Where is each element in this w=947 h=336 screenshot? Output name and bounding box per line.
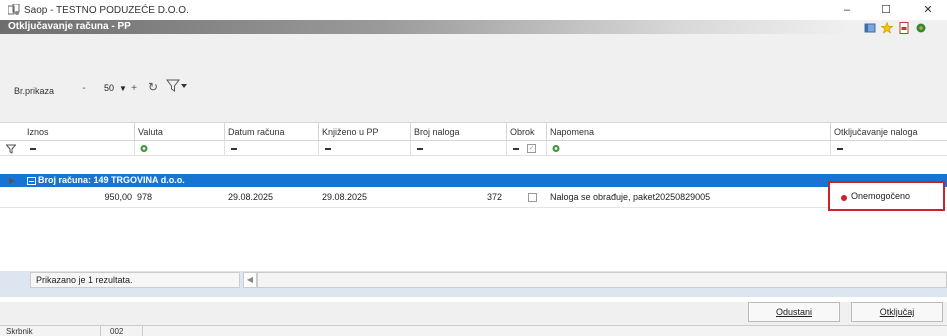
- rows-count-stepper[interactable]: - 50 ▼ +: [78, 79, 142, 97]
- filter-dropdown-icon[interactable]: [166, 78, 188, 94]
- group-row[interactable]: ▶ Broj računa: 149 TRGOVINA d.o.o.: [0, 174, 947, 187]
- cancel-button[interactable]: Odustani: [748, 302, 840, 322]
- unlock-button-label: Otključaj: [879, 307, 915, 317]
- status-red-dot-icon: [841, 195, 847, 201]
- contains-filter-icon[interactable]: [551, 144, 561, 153]
- scroll-left-arrow-icon[interactable]: ◀: [243, 272, 257, 288]
- maximize-button[interactable]: ☐: [876, 3, 896, 17]
- window-title: Saop - TESTNO PODUZEĆE D.O.O.: [24, 5, 189, 16]
- filter-cell-obrok[interactable]: ✓: [506, 141, 546, 156]
- cell-datum-racuna: 29.08.2025: [228, 192, 274, 202]
- cell-knjizeno: 29.08.2025: [322, 192, 368, 202]
- filter-cell-iznos[interactable]: [24, 141, 134, 156]
- refresh-icon[interactable]: ↻: [148, 80, 158, 94]
- col-header-otkljucavanje[interactable]: Otključavanje naloga: [830, 123, 947, 141]
- stepper-plus-button[interactable]: +: [128, 83, 140, 94]
- filter-cell-knjizeno[interactable]: [318, 141, 410, 156]
- application-window: Saop - TESTNO PODUZEĆE D.O.O. – ☐ ✕ Otkl…: [0, 0, 947, 336]
- cell-napomena: Naloga se obrađuje, paket20250829005: [550, 192, 711, 202]
- cell-iznos: 950,00: [104, 192, 132, 202]
- grid-header-row: Iznos Valuta Datum računa Knjiženo u PP …: [0, 123, 947, 141]
- filter-cell-datum[interactable]: [224, 141, 318, 156]
- obrok-checkbox[interactable]: [528, 193, 537, 202]
- title-bar: Saop - TESTNO PODUZEĆE D.O.O. – ☐ ✕: [0, 0, 947, 20]
- unlock-status-cell[interactable]: Onemogočeno: [828, 181, 945, 211]
- filter-cell-broj-naloga[interactable]: [410, 141, 506, 156]
- cancel-button-label: Odustani: [775, 307, 813, 317]
- form-header: Otključavanje računa - PP: [0, 20, 850, 34]
- status-divider: [142, 326, 143, 336]
- stepper-minus-button[interactable]: -: [78, 83, 90, 94]
- cell-valuta: 978: [137, 192, 153, 202]
- group-label: Broj računa: 149 TRGOVINA d.o.o.: [38, 175, 185, 185]
- status-bar: Skrbnik 002: [0, 325, 947, 336]
- row-indicator-icon: ▶: [9, 176, 16, 185]
- result-count: Prikazano je 1 rezultata.: [36, 275, 133, 285]
- cell-broj-naloga: 372: [486, 192, 502, 202]
- filter-cell-napomena[interactable]: [546, 141, 830, 156]
- table-row[interactable]: 950,00 978 29.08.2025 29.08.2025 372 Nal…: [0, 187, 947, 208]
- form-title: Otključavanje računa - PP: [8, 21, 131, 32]
- stepper-dropdown-icon[interactable]: ▼: [118, 84, 128, 93]
- status-user: Skrbnik: [6, 327, 33, 336]
- status-divider: [100, 326, 101, 336]
- stepper-value[interactable]: 50: [90, 83, 118, 93]
- filter-row-icon: [6, 144, 16, 154]
- col-header-napomena[interactable]: Napomena: [546, 123, 830, 141]
- col-header-obrok[interactable]: Obrok: [506, 123, 546, 141]
- favorite-star-icon[interactable]: [881, 22, 893, 34]
- rows-count-label: Br.prikaza: [14, 86, 55, 96]
- status-badge: Onemogočeno: [851, 191, 911, 201]
- grid-filter-row: ✓: [0, 141, 947, 156]
- status-code: 002: [110, 327, 124, 336]
- filter-cell-otkljucavanje[interactable]: [830, 141, 947, 156]
- layout-icon[interactable]: [864, 22, 876, 34]
- contains-filter-icon[interactable]: [139, 144, 149, 153]
- horizontal-scrollbar[interactable]: [257, 272, 947, 288]
- col-header-iznos[interactable]: Iznos: [24, 123, 134, 141]
- col-header-broj-naloga[interactable]: Broj naloga: [410, 123, 506, 141]
- settings-gear-icon[interactable]: [915, 22, 927, 34]
- close-button[interactable]: ✕: [918, 3, 938, 17]
- filter-checkbox[interactable]: ✓: [527, 144, 536, 153]
- app-logo-icon: [8, 4, 20, 15]
- col-header-knjizeno[interactable]: Knjiženo u PP: [318, 123, 410, 141]
- col-header-datum-racuna[interactable]: Datum računa: [224, 123, 318, 141]
- col-header-valuta[interactable]: Valuta: [134, 123, 224, 141]
- unlock-button[interactable]: Otključaj: [851, 302, 943, 322]
- filter-cell-valuta[interactable]: [134, 141, 224, 156]
- collapse-toggle-icon[interactable]: [27, 177, 36, 185]
- minimize-button[interactable]: –: [837, 3, 857, 17]
- pdf-icon[interactable]: [898, 22, 910, 34]
